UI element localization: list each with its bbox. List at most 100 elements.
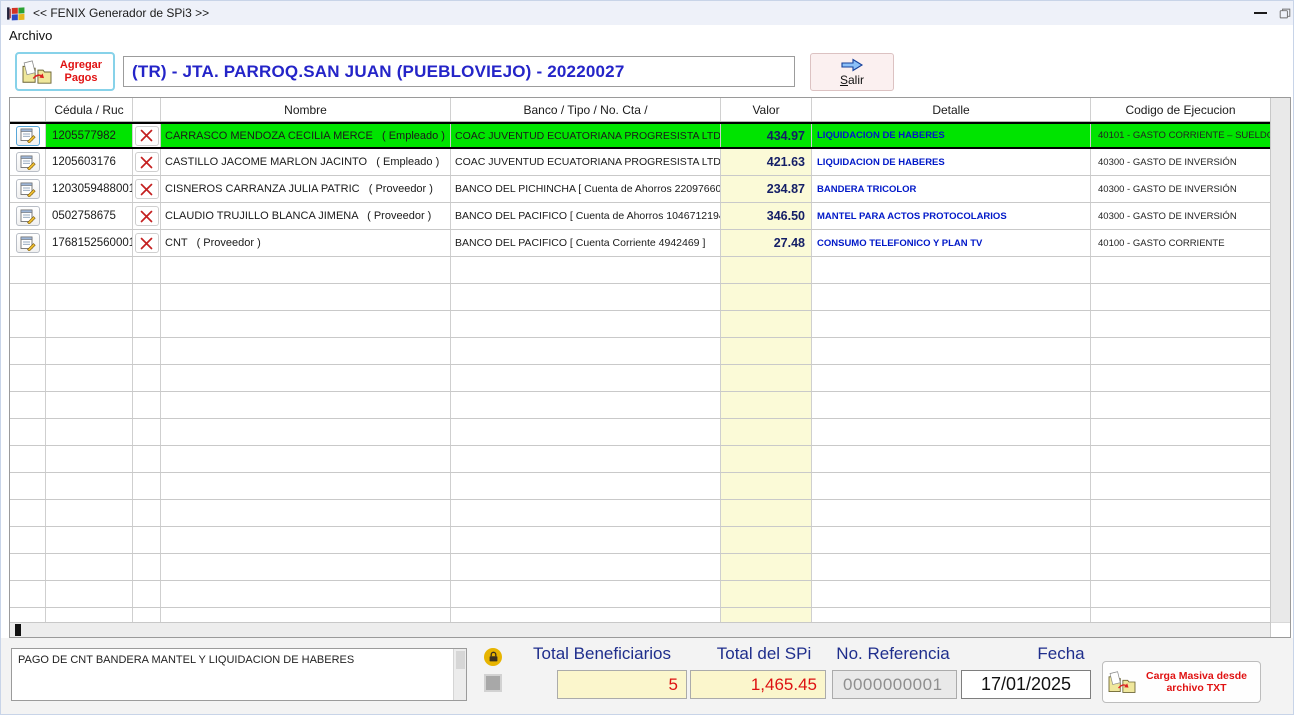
vscroll-track[interactable] (1271, 98, 1290, 622)
empty-table-row[interactable] (10, 473, 1270, 500)
edit-row-button[interactable] (16, 179, 40, 199)
header-nombre: Nombre (161, 98, 451, 121)
nombre-cell: CARRASCO MENDOZA CECILIA MERCE ( Emplead… (161, 124, 451, 147)
banco-cell: BANCO DEL PACIFICO [ Cuenta de Ahorros 1… (451, 203, 721, 229)
salir-button[interactable]: Salir (810, 53, 894, 91)
delete-row-button[interactable] (135, 206, 159, 226)
red-x-icon (140, 129, 153, 142)
grid-body: 1205577982 CARRASCO MENDOZA CECILIA MERC… (10, 122, 1270, 622)
edit-row-button[interactable] (16, 152, 40, 172)
detalle-cell: MANTEL PARA ACTOS PROTOCOLARIOS (812, 203, 1091, 229)
valor-cell: 421.63 (721, 149, 812, 175)
toolbar: Agregar Pagos (TR) - JTA. PARROQ.SAN JUA… (1, 45, 1293, 97)
carga-masiva-button[interactable]: Carga Masiva desde archivo TXT (1102, 661, 1261, 703)
empty-table-row[interactable] (10, 446, 1270, 473)
grid-vertical-scrollbar[interactable] (1270, 98, 1290, 637)
cedula-cell: 1203059488001 (46, 176, 133, 202)
referencia-label: No. Referencia (827, 644, 959, 666)
salir-label: Salir (840, 73, 864, 87)
total-spi-label: Total del SPi (701, 644, 827, 666)
empty-table-row[interactable] (10, 500, 1270, 527)
table-row[interactable]: 1768152560001 CNT ( Proveedor ) BANCO DE… (10, 230, 1270, 257)
empty-table-row[interactable] (10, 392, 1270, 419)
edit-form-icon (20, 128, 36, 143)
empty-table-row[interactable] (10, 365, 1270, 392)
folders-add-icon (1107, 669, 1137, 695)
banco-cell: BANCO DEL PACIFICO [ Cuenta Corriente 49… (451, 230, 721, 256)
empty-table-row[interactable] (10, 608, 1270, 622)
restore-button[interactable] (1277, 1, 1293, 25)
folders-add-icon (21, 58, 53, 86)
nombre-cell: CLAUDIO TRUJILLO BLANCA JIMENA ( Proveed… (161, 203, 451, 229)
comment-scrollbar[interactable] (453, 649, 466, 700)
codigo-cell: 40100 - GASTO CORRIENTE (1091, 230, 1270, 256)
codigo-cell: 40300 - GASTO DE INVERSIÓN (1091, 149, 1270, 175)
edit-cell (10, 124, 46, 147)
lock-icon (488, 651, 499, 663)
delete-row-button[interactable] (135, 126, 159, 146)
total-spi-field: 1,465.45 (690, 670, 826, 699)
empty-table-row[interactable] (10, 419, 1270, 446)
minimize-icon (1254, 12, 1267, 14)
nombre-cell: CASTILLO JACOME MARLON JACINTO ( Emplead… (161, 149, 451, 175)
header-edit (10, 98, 46, 121)
table-row[interactable]: 0502758675 CLAUDIO TRUJILLO BLANCA JIMEN… (10, 203, 1270, 230)
comment-text[interactable]: PAGO DE CNT BANDERA MANTEL Y LIQUIDACION… (12, 649, 453, 700)
table-row[interactable]: 1203059488001 CISNEROS CARRANZA JULIA PA… (10, 176, 1270, 203)
minimize-button[interactable] (1243, 1, 1277, 25)
table-row[interactable]: 1205603176 CASTILLO JACOME MARLON JACINT… (10, 149, 1270, 176)
title-bar: << FENIX Generador de SPi3 >> (1, 1, 1293, 25)
hscroll-thumb[interactable] (15, 624, 21, 636)
lock-toggle[interactable] (484, 648, 502, 666)
empty-table-row[interactable] (10, 554, 1270, 581)
edit-form-icon (20, 182, 36, 197)
edit-form-icon (20, 209, 36, 224)
empty-table-row[interactable] (10, 581, 1270, 608)
fecha-field[interactable]: 17/01/2025 (961, 670, 1091, 699)
nombre-cell: CISNEROS CARRANZA JULIA PATRIC ( Proveed… (161, 176, 451, 202)
edit-cell (10, 230, 46, 256)
cedula-cell: 1768152560001 (46, 230, 133, 256)
empty-table-row[interactable] (10, 527, 1270, 554)
cedula-cell: 1205577982 (46, 124, 133, 147)
delete-row-button[interactable] (135, 152, 159, 172)
edit-form-icon (20, 236, 36, 251)
edit-row-button[interactable] (16, 233, 40, 253)
edit-row-button[interactable] (16, 126, 40, 146)
empty-table-row[interactable] (10, 284, 1270, 311)
nombre-cell: CNT ( Proveedor ) (161, 230, 451, 256)
red-x-icon (140, 210, 153, 223)
arrow-right-icon (840, 58, 864, 72)
grid-header-row: Cédula / Ruc Nombre Banco / Tipo / No. C… (10, 98, 1270, 122)
windows-flag-icon (7, 5, 26, 22)
menu-bar: Archivo (1, 25, 1293, 45)
empty-table-row[interactable] (10, 338, 1270, 365)
codigo-cell: 40300 - GASTO DE INVERSIÓN (1091, 176, 1270, 202)
delete-row-button[interactable] (135, 179, 159, 199)
grid-horizontal-scrollbar[interactable] (10, 622, 1270, 637)
window-title: << FENIX Generador de SPi3 >> (33, 6, 209, 20)
cedula-cell: 1205603176 (46, 149, 133, 175)
delete-row-button[interactable] (135, 233, 159, 253)
total-beneficiarios-field: 5 (557, 670, 687, 699)
delete-cell (133, 149, 161, 175)
red-x-icon (140, 237, 153, 250)
valor-cell: 27.48 (721, 230, 812, 256)
edit-cell (10, 149, 46, 175)
red-x-icon (140, 156, 153, 169)
gray-square-button[interactable] (484, 674, 502, 692)
footer-panel: PAGO DE CNT BANDERA MANTEL Y LIQUIDACION… (1, 638, 1293, 715)
restore-icon (1277, 7, 1293, 20)
referencia-field: 0000000001 (832, 670, 957, 699)
agregar-pagos-button[interactable]: Agregar Pagos (15, 52, 115, 91)
empty-table-row[interactable] (10, 311, 1270, 338)
comment-box[interactable]: PAGO DE CNT BANDERA MANTEL Y LIQUIDACION… (11, 648, 467, 701)
valor-cell: 234.87 (721, 176, 812, 202)
entity-title-field[interactable]: (TR) - JTA. PARROQ.SAN JUAN (PUEBLOVIEJO… (123, 56, 795, 87)
empty-table-row[interactable] (10, 257, 1270, 284)
cedula-cell: 0502758675 (46, 203, 133, 229)
table-row[interactable]: 1205577982 CARRASCO MENDOZA CECILIA MERC… (10, 122, 1270, 149)
menu-archivo[interactable]: Archivo (1, 28, 60, 43)
edit-row-button[interactable] (16, 206, 40, 226)
detalle-cell: CONSUMO TELEFONICO Y PLAN TV (812, 230, 1091, 256)
